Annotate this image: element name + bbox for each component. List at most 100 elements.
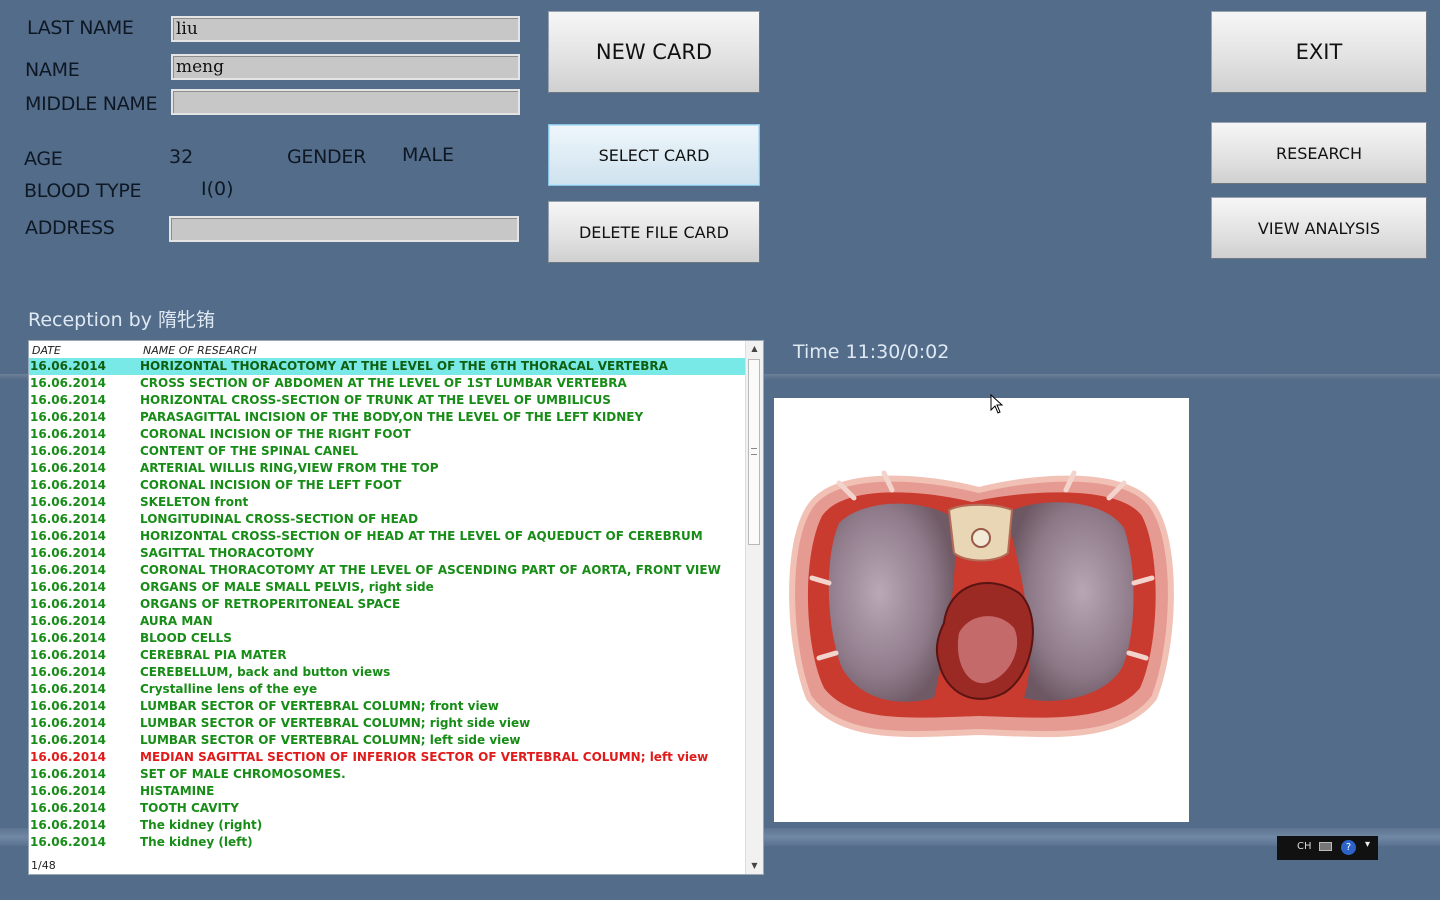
list-item[interactable]: 16.06.2014 CORONAL THORACOTOMY AT THE LEV… [29,562,747,579]
list-item-name: HORIZONTAL THORACOTOMY AT THE LEVEL OF T… [140,359,668,373]
list-item-name: HORIZONTAL CROSS-SECTION OF TRUNK AT THE… [140,393,611,407]
list-item[interactable]: 16.06.2014 HORIZONTAL THORACOTOMY AT THE … [29,358,747,375]
list-item[interactable]: 16.06.2014 LUMBAR SECTOR OF VERTEBRAL COL… [29,715,747,732]
list-item-date: 16.06.2014 [30,444,106,458]
list-item[interactable]: 16.06.2014 BLOOD CELLS [29,630,747,647]
list-item-date: 16.06.2014 [30,478,106,492]
list-item-name: LUMBAR SECTOR OF VERTEBRAL COLUMN; front… [140,699,499,713]
column-header-name[interactable]: NAME OF RESEARCH [143,344,257,357]
list-item[interactable]: 16.06.2014 LUMBAR SECTOR OF VERTEBRAL COL… [29,698,747,715]
list-item[interactable]: 16.06.2014 ORGANS OF MALE SMALL PELVIS, r… [29,579,747,596]
list-item-name: CEREBELLUM, back and button views [140,665,391,679]
column-header-date[interactable]: DATE [32,344,61,357]
research-list[interactable]: DATE NAME OF RESEARCH 16.06.2014 HORIZONT… [28,340,764,875]
list-item[interactable]: 16.06.2014 CROSS SECTION OF ABDOMEN AT TH… [29,375,747,392]
list-item-date: 16.06.2014 [30,597,106,611]
list-item[interactable]: 16.06.2014 Crystalline lens of the eye [29,681,747,698]
list-item-name: SAGITTAL THORACOTOMY [140,546,315,560]
scroll-grip-icon [751,448,757,455]
toolbar-menu-icon[interactable]: ▾ [1365,839,1370,850]
list-item-date: 16.06.2014 [30,512,106,526]
address-field[interactable] [169,216,519,242]
list-item-name: BLOOD CELLS [140,631,232,645]
list-item-name: The kidney (right) [140,818,263,832]
exit-button[interactable]: EXIT [1211,11,1427,93]
list-item[interactable]: 16.06.2014 SKELETON front [29,494,747,511]
list-item[interactable]: 16.06.2014 ARTERIAL WILLIS RING,VIEW FROM… [29,460,747,477]
list-item[interactable]: 16.06.2014 ORGANS OF RETROPERITONEAL SPAC… [29,596,747,613]
keyboard-icon[interactable] [1319,842,1332,851]
ime-toolbar[interactable]: CH ? ▾ [1277,836,1378,860]
list-item-date: 16.06.2014 [30,359,106,373]
time-display: Time 11:30/0:02 [793,341,950,363]
research-button[interactable]: RESEARCH [1211,122,1427,184]
list-item-date: 16.06.2014 [30,461,106,475]
blood-type-value: I(0) [201,178,234,200]
list-item-name: HORIZONTAL CROSS-SECTION OF HEAD AT THE … [140,529,703,543]
view-analysis-button[interactable]: VIEW ANALYSIS [1211,197,1427,259]
list-item-name: CROSS SECTION OF ABDOMEN AT THE LEVEL OF… [140,376,627,390]
list-item-date: 16.06.2014 [30,682,106,696]
list-item-date: 16.06.2014 [30,580,106,594]
list-item-date: 16.06.2014 [30,784,106,798]
list-item[interactable]: 16.06.2014 AURA MAN [29,613,747,630]
list-item-date: 16.06.2014 [30,665,106,679]
list-item-name: CEREBRAL PIA MATER [140,648,287,662]
scroll-up-arrow-icon[interactable]: ▲ [746,341,763,357]
delete-file-card-button[interactable]: DELETE FILE CARD [548,201,760,263]
list-item-name: MEDIAN SAGITTAL SECTION OF INFERIOR SECT… [140,750,709,764]
list-item-date: 16.06.2014 [30,648,106,662]
list-item-date: 16.06.2014 [30,835,106,849]
list-item-name: LUMBAR SECTOR OF VERTEBRAL COLUMN; left … [140,733,521,747]
list-item[interactable]: 16.06.2014 The kidney (left) [29,834,747,851]
list-item[interactable]: 16.06.2014 CORONAL INCISION OF THE LEFT F… [29,477,747,494]
reception-label: Reception by 隋牝铕 [28,309,216,331]
list-header: DATE NAME OF RESEARCH [29,344,747,358]
list-item-date: 16.06.2014 [30,495,106,509]
list-item[interactable]: 16.06.2014 PARASAGITTAL INCISION OF THE B… [29,409,747,426]
list-item-name: The kidney (left) [140,835,253,849]
list-item[interactable]: 16.06.2014 SET OF MALE CHROMOSOMES. [29,766,747,783]
blood-type-label: BLOOD TYPE [24,180,142,202]
scroll-down-arrow-icon[interactable]: ▼ [746,858,763,874]
research-image-panel [774,398,1189,822]
middle-name-field[interactable] [171,89,520,115]
last-name-field[interactable]: liu [171,16,520,42]
list-item[interactable]: 16.06.2014 MEDIAN SAGITTAL SECTION OF INF… [29,749,747,766]
list-item-name: ORGANS OF RETROPERITONEAL SPACE [140,597,401,611]
list-item-date: 16.06.2014 [30,393,106,407]
list-item[interactable]: 16.06.2014 TOOTH CAVITY [29,800,747,817]
list-item[interactable]: 16.06.2014 CORONAL INCISION OF THE RIGHT … [29,426,747,443]
list-item-date: 16.06.2014 [30,546,106,560]
list-item[interactable]: 16.06.2014 CONTENT OF THE SPINAL CANEL [29,443,747,460]
list-item-name: HISTAMINE [140,784,215,798]
list-item[interactable]: 16.06.2014 CEREBELLUM, back and button vi… [29,664,747,681]
name-field[interactable]: meng [171,54,520,80]
list-item[interactable]: 16.06.2014 LONGITUDINAL CROSS-SECTION OF … [29,511,747,528]
list-item[interactable]: 16.06.2014 HORIZONTAL CROSS-SECTION OF HE… [29,528,747,545]
list-item[interactable]: 16.06.2014 LUMBAR SECTOR OF VERTEBRAL COL… [29,732,747,749]
new-card-button[interactable]: NEW CARD [548,11,760,93]
list-item-name: CONTENT OF THE SPINAL CANEL [140,444,359,458]
ime-language[interactable]: CH [1297,841,1312,852]
list-item[interactable]: 16.06.2014 SAGITTAL THORACOTOMY [29,545,747,562]
select-card-button[interactable]: SELECT CARD [548,124,760,186]
list-item-date: 16.06.2014 [30,614,106,628]
list-item-name: ORGANS OF MALE SMALL PELVIS, right side [140,580,434,594]
list-item-date: 16.06.2014 [30,733,106,747]
name-label: NAME [25,59,80,81]
list-scrollbar[interactable]: ▲ ▼ [745,341,763,874]
list-item-name: Crystalline lens of the eye [140,682,318,696]
list-item[interactable]: 16.06.2014 The kidney (right) [29,817,747,834]
list-item-name: LUMBAR SECTOR OF VERTEBRAL COLUMN; right… [140,716,531,730]
last-name-label: LAST NAME [27,17,134,39]
list-item[interactable]: 16.06.2014 HISTAMINE [29,783,747,800]
list-item-date: 16.06.2014 [30,563,106,577]
list-item[interactable]: 16.06.2014 CEREBRAL PIA MATER [29,647,747,664]
age-label: AGE [24,148,63,170]
list-item-name: SKELETON front [140,495,249,509]
gender-label: GENDER [287,146,366,168]
scroll-thumb[interactable] [748,359,760,545]
list-item[interactable]: 16.06.2014 HORIZONTAL CROSS-SECTION OF TR… [29,392,747,409]
help-icon[interactable]: ? [1341,840,1356,855]
